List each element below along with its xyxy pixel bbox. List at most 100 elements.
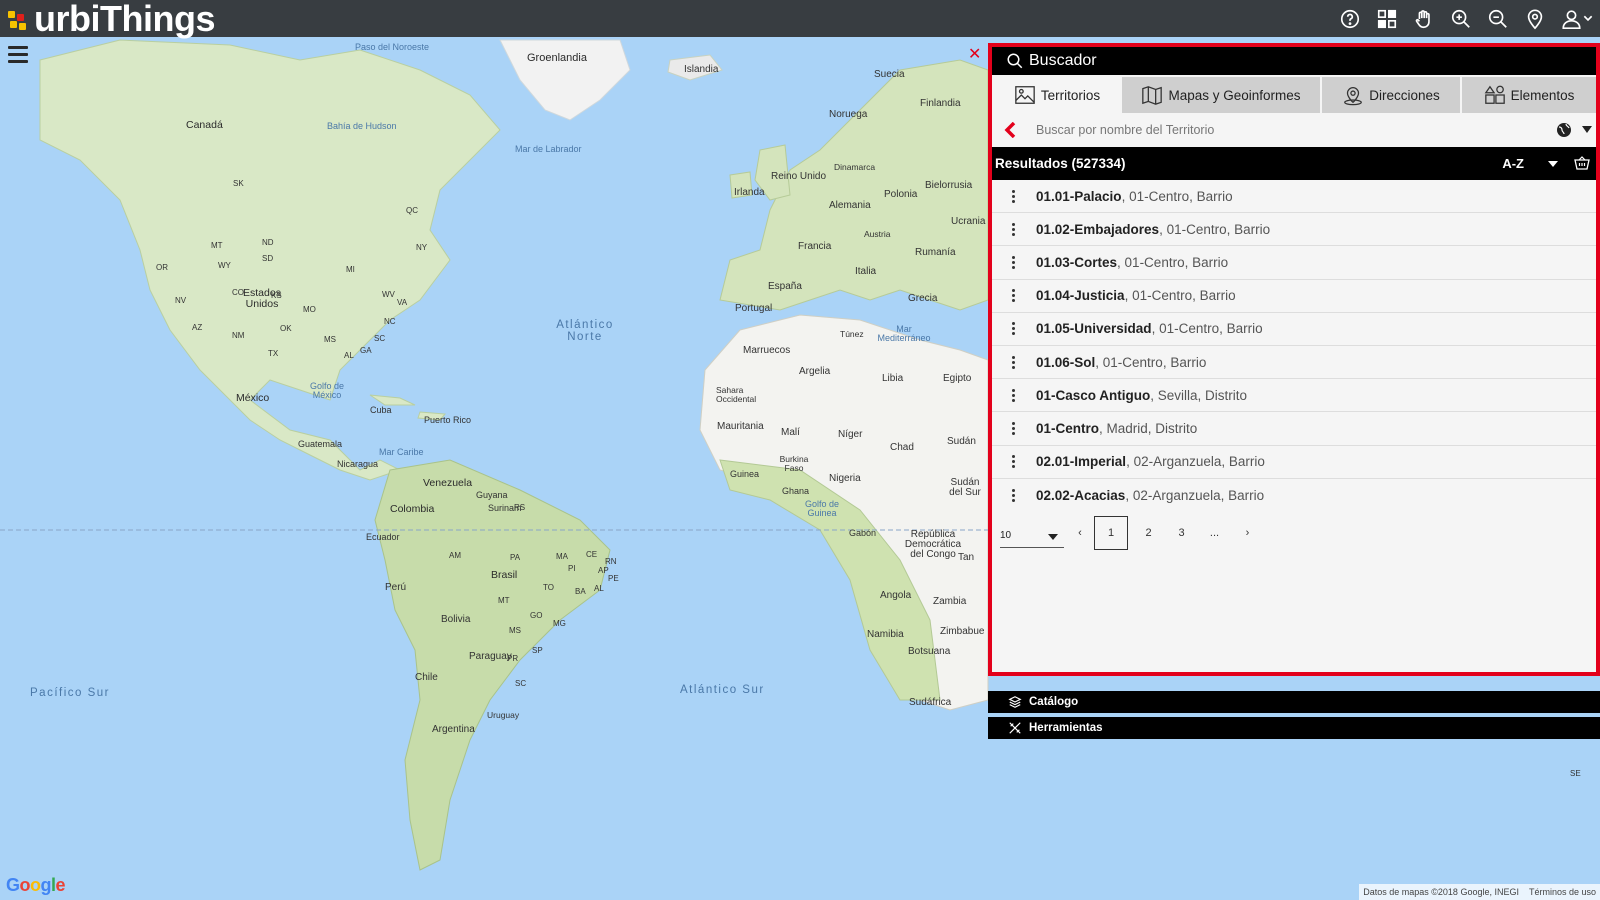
map-label: NC [384, 317, 396, 326]
result-meta: , 01-Centro, Barrio [1159, 221, 1271, 237]
tab-territorios[interactable]: Territorios [992, 77, 1120, 113]
list-item[interactable]: 01-Centro, Madrid, Distrito [992, 412, 1596, 446]
map-label: Portugal [735, 303, 773, 314]
zoom-in-icon[interactable] [1449, 7, 1472, 30]
search-input[interactable] [1036, 123, 1516, 137]
list-item[interactable]: 02.02-Acacias, 02-Arganzuela, Barrio [992, 479, 1596, 512]
map-label: AZ [192, 323, 203, 332]
result-meta: , 01-Centro, Barrio [1095, 354, 1207, 370]
map-icon [1142, 86, 1163, 105]
map-label: NY [416, 243, 428, 252]
tools-section-header[interactable]: Herramientas [988, 717, 1600, 739]
more-options-icon[interactable] [1009, 189, 1017, 203]
back-arrow-icon[interactable] [1000, 122, 1022, 138]
result-name: 01.03-Cortes [1036, 254, 1118, 270]
list-item[interactable]: 01.01-Palacio, 01-Centro, Barrio [992, 180, 1596, 214]
result-meta: , 01-Centro, Barrio [1121, 188, 1233, 204]
map-label: AM [449, 551, 461, 560]
top-bar: urbiThings [0, 0, 1600, 37]
map-label: Chad [890, 442, 914, 453]
tab-mapas-geoinformes[interactable]: Mapas y Geoinformes [1120, 77, 1320, 113]
map-label: MS [324, 335, 336, 344]
tab-label: Territorios [1040, 87, 1101, 103]
map-label: Rumanía [915, 247, 956, 258]
tab-direcciones[interactable]: Direcciones [1320, 77, 1460, 113]
map-label: Ecuador [366, 532, 400, 542]
map-label: CO [232, 288, 244, 297]
map-label: Irlanda [734, 187, 765, 198]
catalog-section-header[interactable]: Catálogo [988, 691, 1600, 713]
list-item[interactable]: 01.06-Sol, 01-Centro, Barrio [992, 346, 1596, 380]
map-label: MI [346, 265, 355, 274]
pager-prev-button[interactable]: ‹ [1070, 527, 1090, 539]
zoom-out-icon[interactable] [1486, 7, 1509, 30]
layers-grid-icon[interactable] [1375, 7, 1398, 30]
tab-elementos[interactable]: Elementos [1460, 77, 1596, 113]
more-options-icon[interactable] [1009, 222, 1017, 236]
more-options-icon[interactable] [1009, 455, 1017, 469]
help-icon[interactable] [1338, 7, 1361, 30]
map-label: Argentina [432, 724, 475, 735]
list-item[interactable]: 01.05-Universidad, 01-Centro, Barrio [992, 313, 1596, 346]
more-options-icon[interactable] [1009, 289, 1017, 303]
map-label: Colombia [390, 503, 435, 515]
globe-icon[interactable] [1556, 122, 1572, 138]
page-size-value: 10 [1000, 529, 1012, 541]
map-label: Sudáfrica [909, 697, 952, 708]
search-tabs: Territorios Mapas y Geoinformes Direccio… [992, 77, 1596, 113]
pan-hand-icon[interactable] [1412, 7, 1435, 30]
brand[interactable]: urbiThings [8, 0, 215, 37]
pager-page-3[interactable]: 3 [1165, 527, 1198, 539]
map-label: Guyana [476, 490, 508, 500]
map-label: Guatemala [298, 439, 343, 449]
pager-next-button[interactable]: › [1231, 527, 1264, 539]
more-options-icon[interactable] [1009, 421, 1017, 435]
pager-page-1[interactable]: 1 [1094, 515, 1128, 550]
page-size-select[interactable]: 10 [1000, 518, 1064, 548]
list-item[interactable]: 01-Casco Antiguo, Sevilla, Distrito [992, 379, 1596, 413]
map-label: TX [268, 349, 279, 358]
map-label: Perú [385, 582, 407, 593]
map-label: Puerto Rico [424, 415, 472, 425]
list-item[interactable]: 02.01-Imperial, 02-Arganzuela, Barrio [992, 446, 1596, 479]
more-options-icon[interactable] [1009, 388, 1017, 402]
map-label: Angola [880, 590, 912, 601]
result-meta: , 01-Centro, Barrio [1124, 288, 1236, 304]
map-label: Mauritania [717, 421, 764, 432]
result-name: 01-Casco Antiguo [1036, 387, 1151, 403]
result-meta: , 02-Arganzuela, Barrio [1126, 454, 1265, 470]
terms-of-use-link[interactable]: Términos de uso [1529, 887, 1596, 897]
basket-icon[interactable] [1574, 156, 1590, 170]
map-label: SC [515, 679, 527, 688]
map-label: CE [586, 550, 598, 559]
brand-logo-icon [8, 10, 28, 31]
map-label: Finlandia [920, 98, 961, 109]
result-meta: , 01-Centro, Barrio [1117, 254, 1229, 270]
results-header: Resultados (527334) A-Z [992, 147, 1596, 180]
more-options-icon[interactable] [1009, 488, 1017, 502]
search-options-chevron-down-icon[interactable] [1582, 126, 1592, 133]
more-options-icon[interactable] [1009, 255, 1017, 269]
tab-label: Direcciones [1369, 87, 1440, 103]
more-options-icon[interactable] [1009, 355, 1017, 369]
more-options-icon[interactable] [1009, 322, 1017, 336]
map-label: MS [509, 626, 521, 635]
sort-toggle[interactable]: A-Z [1502, 156, 1524, 171]
user-icon[interactable] [1560, 7, 1594, 30]
list-item[interactable]: 01.03-Cortes, 01-Centro, Barrio [992, 246, 1596, 280]
map-label: Golfo de Guinea [804, 499, 840, 518]
map-label: Pacífico Sur [30, 687, 110, 699]
map-label: Alemania [829, 200, 871, 211]
list-item[interactable]: 01.04-Justicia, 01-Centro, Barrio [992, 280, 1596, 313]
map-label: RS [514, 503, 526, 512]
main-menu-icon[interactable] [8, 46, 28, 64]
list-item[interactable]: 01.02-Embajadores, 01-Centro, Barrio [992, 213, 1596, 247]
close-panel-icon[interactable]: ✕ [968, 44, 981, 64]
pager-page-2[interactable]: 2 [1132, 527, 1165, 539]
map-data-credit: Datos de mapas ©2018 Google, INEGI [1363, 887, 1519, 897]
map-label: MO [303, 305, 316, 314]
map-label: AL [344, 351, 354, 360]
sort-chevron-down-icon[interactable] [1548, 161, 1558, 167]
location-pin-icon[interactable] [1523, 7, 1546, 30]
map-label: Paraguay [469, 651, 512, 662]
